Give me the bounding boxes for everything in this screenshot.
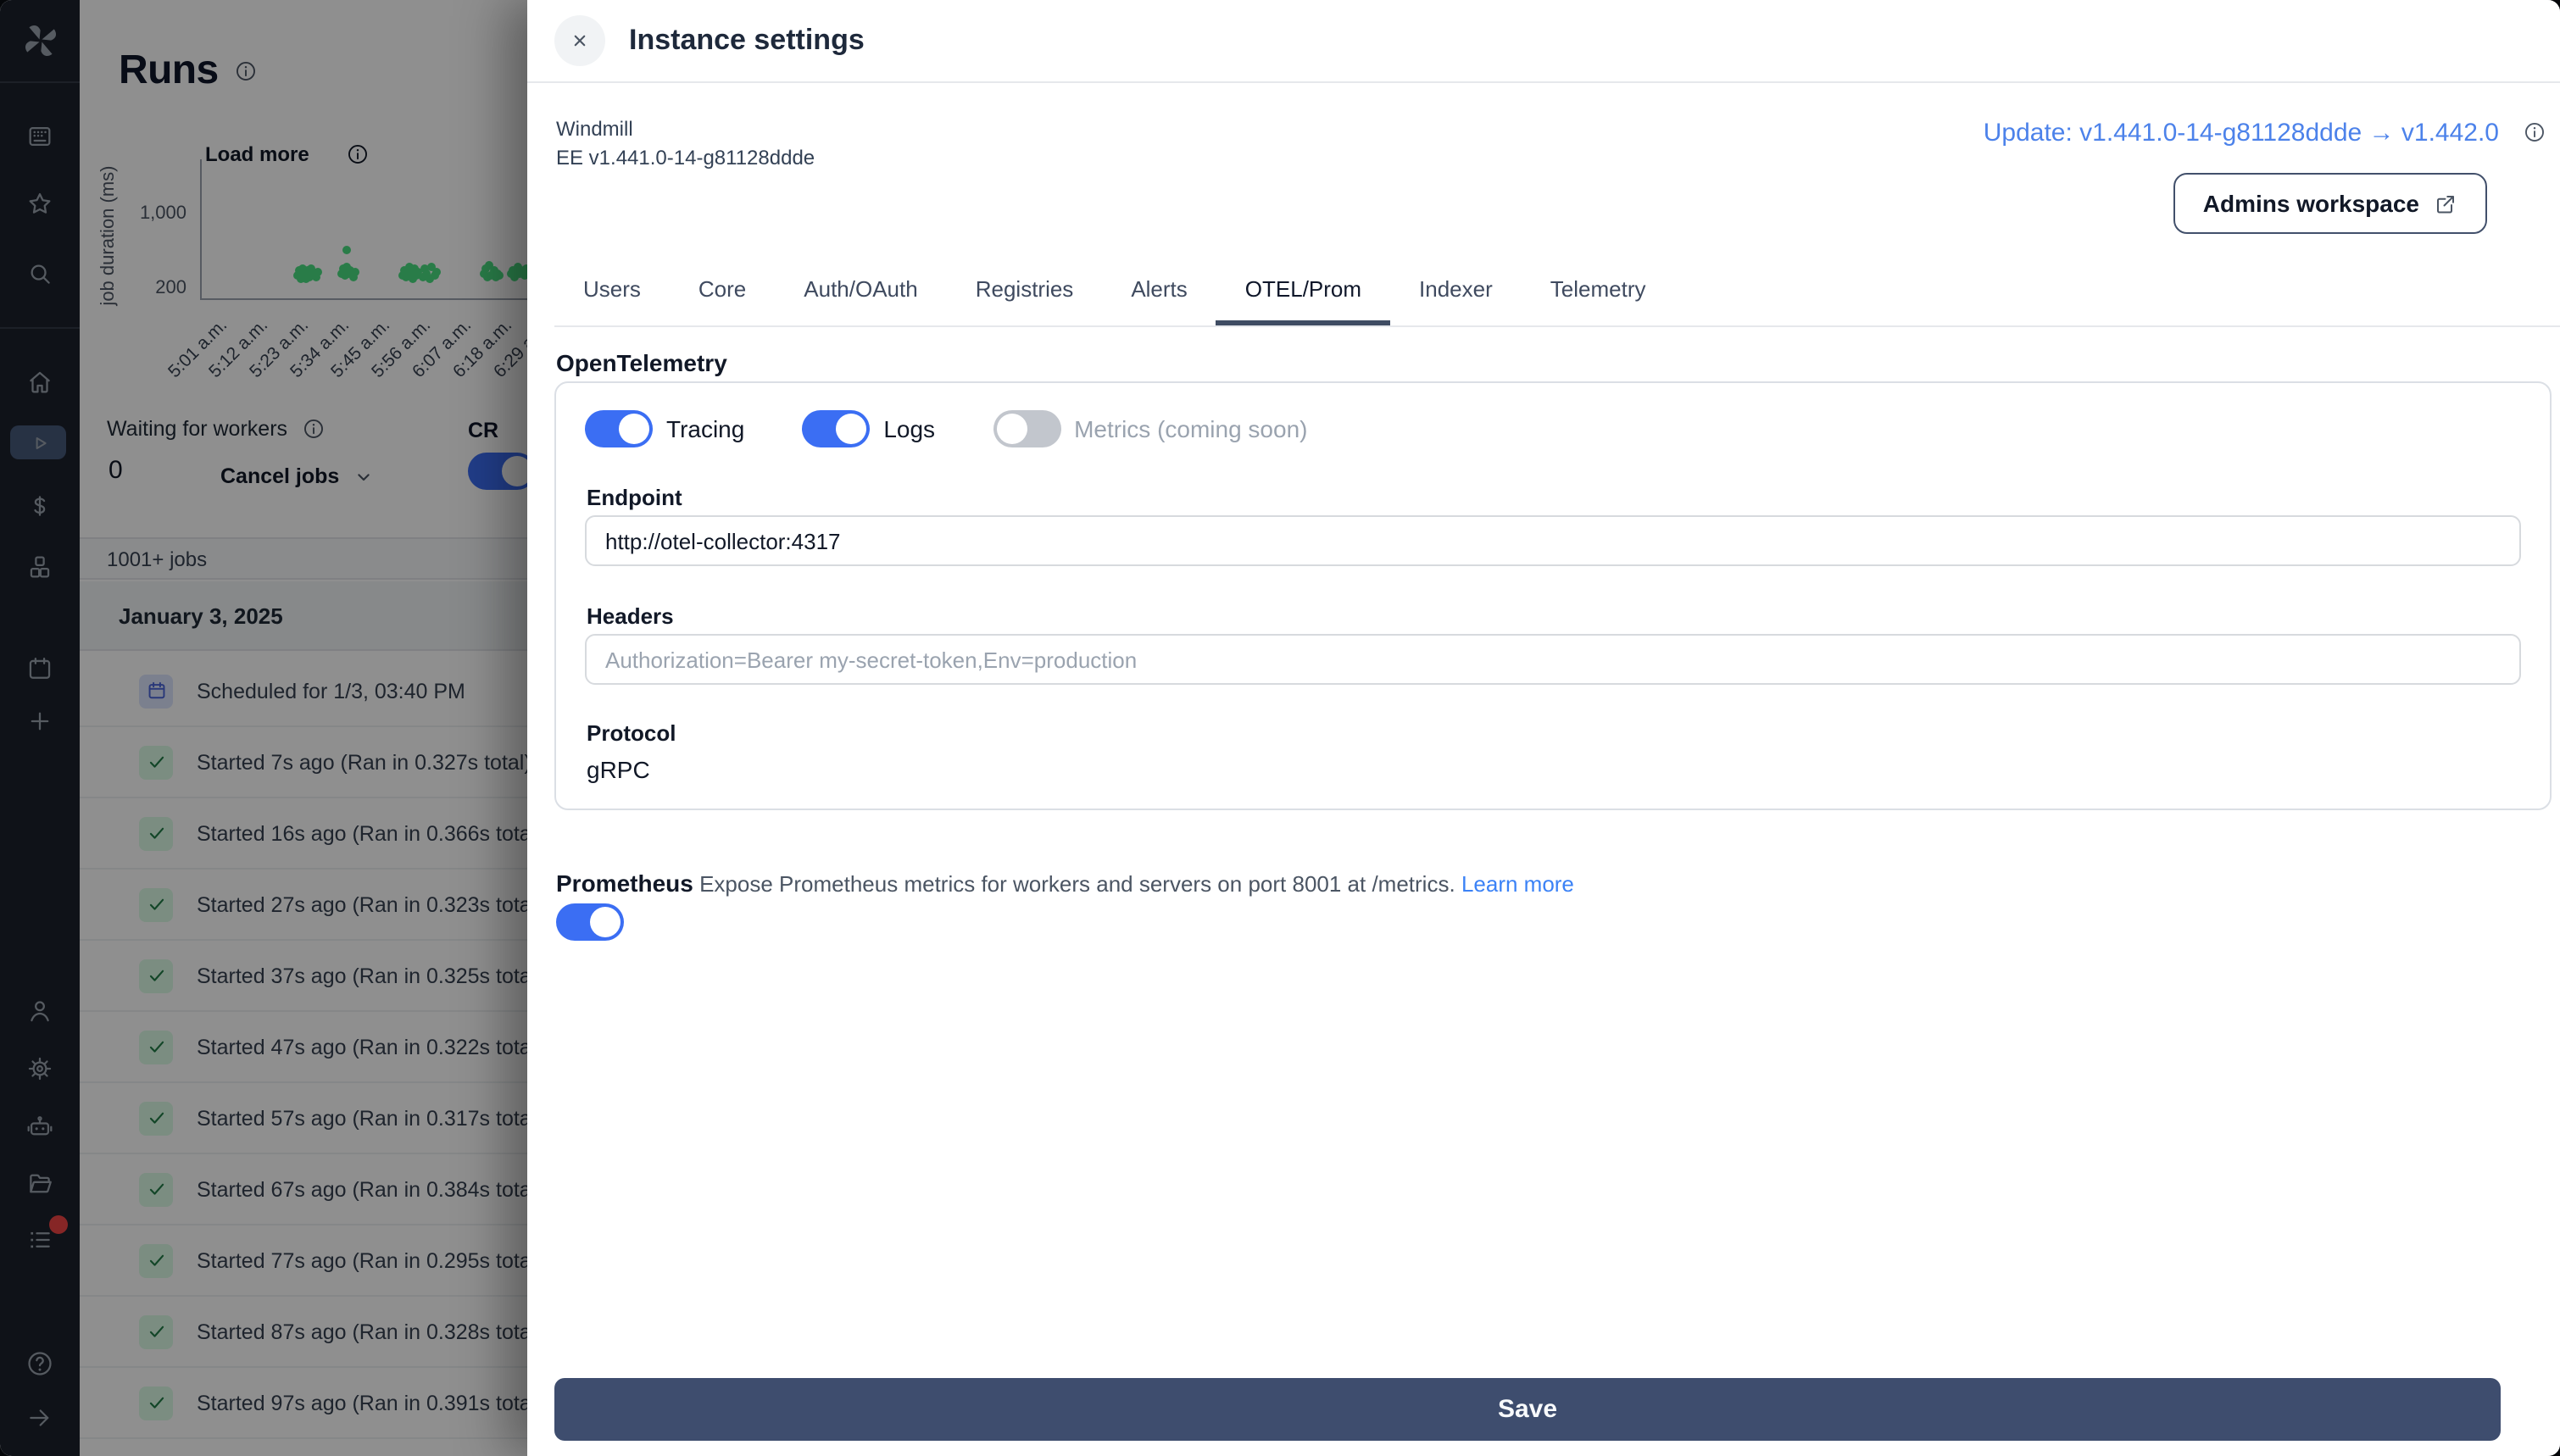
tab-users[interactable]: Users [554,258,670,325]
version-text: EE v1.441.0-14-g81128ddde [556,146,815,169]
tab-telemetry[interactable]: Telemetry [1522,258,1675,325]
tab-core[interactable]: Core [670,258,775,325]
instance-settings-modal: Instance settings Windmill EE v1.441.0-1… [527,0,2560,1456]
endpoint-label: Endpoint [587,485,682,510]
toggle-item: Tracing [585,410,744,447]
settings-tabs: Users Core Auth/OAuth Registries Alerts OTEL/… [554,258,2560,327]
opentelemetry-panel: Tracing Logs Metrics (coming soon) Endpoin… [554,381,2552,810]
tab-indexer[interactable]: Indexer [1390,258,1522,325]
modal-title: Instance settings [629,24,865,56]
logs-toggle[interactable] [802,410,871,447]
protocol-value: gRPC [587,756,650,783]
tab-alerts[interactable]: Alerts [1102,258,1216,325]
app-name: Windmill [556,117,633,141]
prometheus-toggle[interactable] [556,903,624,941]
metrics-coming-soon-toggle[interactable] [993,410,1061,447]
toggle-label: Tracing [666,415,745,442]
tab-auth-oauth[interactable]: Auth/OAuth [775,258,946,325]
save-button[interactable]: Save [554,1378,2501,1441]
headers-label: Headers [587,603,674,629]
tab-otel-prom[interactable]: OTEL/Prom [1216,258,1391,325]
toggle-label: Logs [883,415,936,442]
learn-more-link[interactable]: Learn more [1461,871,1574,897]
prometheus-description: Expose Prometheus metrics for workers an… [699,871,1455,897]
toggle-item: Logs [802,410,935,447]
protocol-label: Protocol [587,720,676,746]
toggle-item: Metrics (coming soon) [993,410,1307,447]
endpoint-input[interactable] [585,515,2521,566]
prometheus-title: Prometheus [556,870,693,897]
app-window: Runs Load more job duration (ms) 1,000 20… [0,0,2560,1456]
toggle-label: Metrics (coming soon) [1074,415,1308,442]
tab-registries[interactable]: Registries [947,258,1103,325]
tracing-toggle[interactable] [585,410,653,447]
headers-input[interactable] [585,634,2521,685]
section-title-opentelemetry: OpenTelemetry [556,349,727,376]
admins-workspace-button[interactable]: Admins workspace [2173,173,2487,234]
divider [527,81,2560,83]
close-icon[interactable] [554,15,605,66]
external-link-icon [2433,191,2458,216]
update-link[interactable]: Update: v1.441.0-14-g81128ddde → v1.442.… [1984,119,2499,147]
info-icon[interactable] [2523,120,2546,144]
